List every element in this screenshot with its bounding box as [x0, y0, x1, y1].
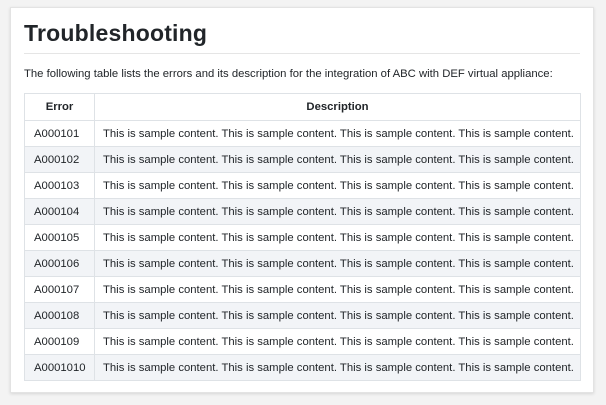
description-cell: This is sample content. This is sample c…	[94, 354, 581, 381]
table-row: A000103 This is sample content. This is …	[24, 172, 581, 199]
error-code-cell: A000104	[24, 198, 95, 225]
error-code-cell: A000103	[24, 172, 95, 199]
error-code-cell: A000101	[24, 120, 95, 147]
table-row: A000102 This is sample content. This is …	[24, 146, 581, 173]
description-cell: This is sample content. This is sample c…	[94, 120, 581, 147]
title-divider	[24, 53, 580, 54]
error-code-cell: A000107	[24, 276, 95, 303]
description-cell: This is sample content. This is sample c…	[94, 224, 581, 251]
intro-text: The following table lists the errors and…	[24, 68, 553, 80]
page-title: Troubleshooting	[24, 20, 208, 46]
table-row: A000107 This is sample content. This is …	[24, 276, 581, 303]
error-code-cell: A000102	[24, 146, 95, 173]
description-cell: This is sample content. This is sample c…	[94, 276, 581, 303]
table-row: A000106 This is sample content. This is …	[24, 250, 581, 277]
description-cell: This is sample content. This is sample c…	[94, 146, 581, 173]
description-cell: This is sample content. This is sample c…	[94, 250, 581, 277]
table-row: A000105 This is sample content. This is …	[24, 224, 581, 251]
header-error: Error	[24, 93, 95, 121]
description-cell: This is sample content. This is sample c…	[94, 302, 581, 329]
error-code-cell: A000108	[24, 302, 95, 329]
error-code-cell: A0001010	[24, 354, 95, 381]
table-row: A000108 This is sample content. This is …	[24, 302, 581, 329]
description-cell: This is sample content. This is sample c…	[94, 172, 581, 199]
error-code-cell: A000106	[24, 250, 95, 277]
content-card: Troubleshooting The following table list…	[10, 7, 594, 393]
table-row: A000109 This is sample content. This is …	[24, 328, 581, 355]
error-code-cell: A000109	[24, 328, 95, 355]
table-row: A000104 This is sample content. This is …	[24, 198, 581, 225]
description-cell: This is sample content. This is sample c…	[94, 328, 581, 355]
description-cell: This is sample content. This is sample c…	[94, 198, 581, 225]
table-header-row: Error Description	[24, 93, 581, 121]
table-row: A000101 This is sample content. This is …	[24, 120, 581, 147]
error-code-cell: A000105	[24, 224, 95, 251]
header-description: Description	[94, 93, 581, 121]
error-table: Error Description A000101 This is sample…	[24, 93, 581, 381]
table-row: A0001010 This is sample content. This is…	[24, 354, 581, 381]
